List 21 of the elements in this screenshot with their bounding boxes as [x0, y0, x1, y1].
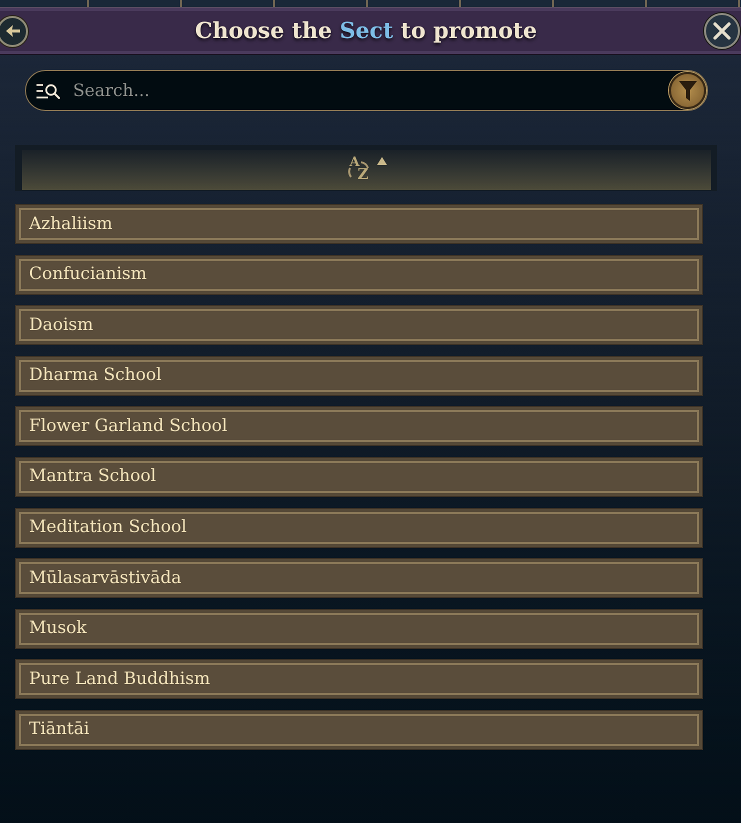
sect-list-item[interactable]: Tiāntāi [15, 710, 703, 750]
search-input[interactable]: Search... [73, 76, 669, 106]
search-field[interactable]: Search... [25, 70, 708, 111]
close-button[interactable] [704, 13, 740, 49]
window-title: Choose the Sect to promote [194, 20, 538, 42]
close-icon [713, 22, 731, 40]
filter-icon [678, 80, 696, 100]
sect-list-item[interactable]: Dharma School [15, 356, 703, 396]
sect-list-item[interactable]: Musok [15, 608, 703, 649]
sect-list-item[interactable]: Mūlasarvāstivāda [15, 558, 703, 598]
sect-list-item[interactable]: Azhaliism [15, 204, 703, 244]
sect-list-item[interactable]: Mantra School [15, 456, 703, 497]
sect-list-item[interactable]: Confucianism [15, 254, 703, 295]
sect-list-item[interactable]: Pure Land Buddhism [15, 659, 703, 700]
sect-list-item[interactable]: Meditation School [15, 508, 703, 548]
filter-button[interactable] [669, 72, 706, 109]
search-icon [36, 82, 60, 98]
sect-list-item[interactable]: Flower Garland School [15, 406, 703, 446]
sect-list-item[interactable]: Daoism [15, 305, 703, 346]
back-button[interactable] [0, 16, 28, 46]
arrow-left-icon [6, 25, 20, 37]
